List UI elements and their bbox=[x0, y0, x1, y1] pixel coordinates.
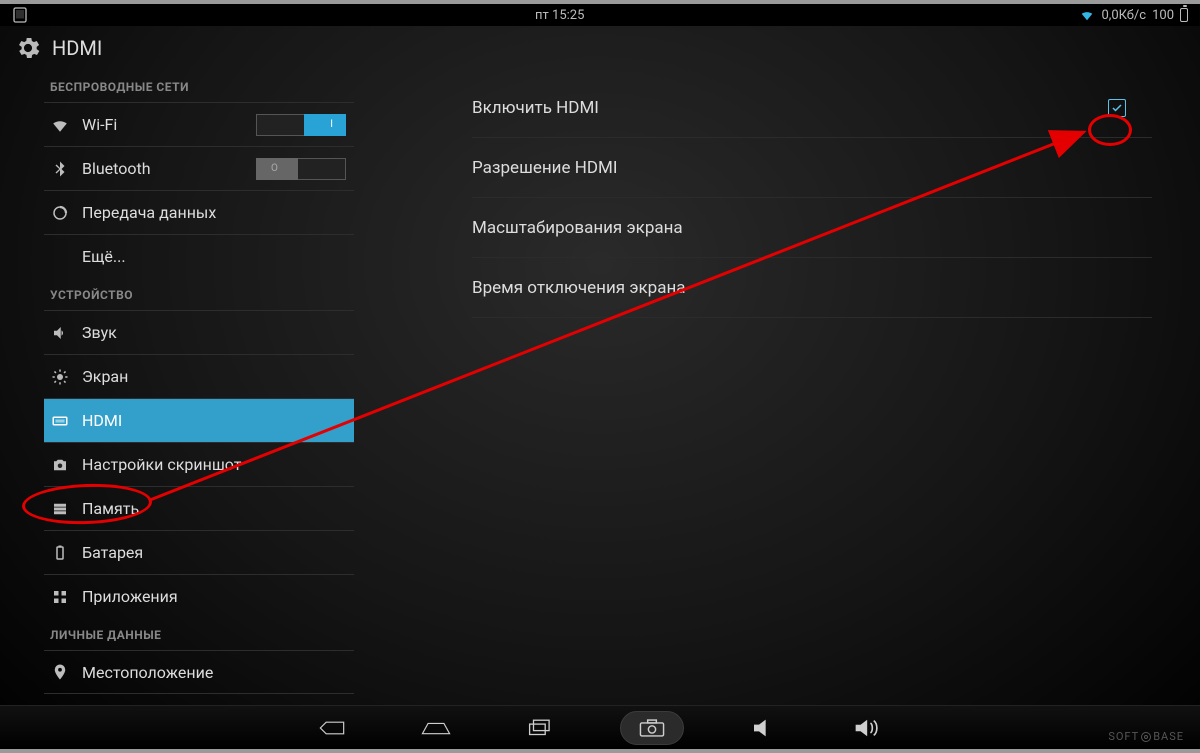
battery-icon bbox=[50, 543, 70, 563]
sidebar-item-screenshot[interactable]: Настройки скриншот bbox=[44, 442, 354, 486]
status-net-speed: 0,0Кб/с bbox=[1101, 8, 1146, 23]
status-bar: пт 15:25 0,0Кб/с 100 bbox=[0, 4, 1200, 26]
action-bar: HDMI bbox=[0, 26, 1200, 70]
battery-icon bbox=[1180, 8, 1188, 22]
sidebar-item-label: HDMI bbox=[82, 411, 122, 430]
tablet-icon bbox=[13, 7, 27, 23]
wifi-icon bbox=[1079, 8, 1095, 22]
sidebar-item-data-usage[interactable]: Передача данных bbox=[44, 190, 354, 234]
sidebar-item-label: Bluetooth bbox=[82, 159, 151, 178]
screen: пт 15:25 0,0Кб/с 100 HDMI БЕСПРОВОДНЫЕ С… bbox=[0, 0, 1200, 753]
sidebar-item-label: Wi-Fi bbox=[82, 115, 117, 134]
bluetooth-toggle[interactable]: O bbox=[256, 158, 346, 180]
location-icon bbox=[50, 662, 70, 682]
row-label: Масштабирования экрана bbox=[472, 218, 1152, 238]
nav-back-button[interactable] bbox=[308, 712, 356, 744]
row-screen-scale[interactable]: Масштабирования экрана bbox=[472, 198, 1152, 258]
section-header-device: УСТРОЙСТВО bbox=[44, 278, 354, 310]
check-icon bbox=[1111, 102, 1123, 114]
navigation-bar bbox=[0, 705, 1200, 749]
sidebar-item-display[interactable]: Экран bbox=[44, 354, 354, 398]
nav-recent-button[interactable] bbox=[516, 712, 564, 744]
nav-volume-up-button[interactable] bbox=[844, 712, 892, 744]
wifi-toggle[interactable]: I bbox=[256, 114, 346, 136]
sidebar-item-more[interactable]: Ещё... bbox=[44, 234, 354, 278]
sidebar-item-bluetooth[interactable]: Bluetooth O bbox=[44, 146, 354, 190]
sidebar-item-label: Местоположение bbox=[82, 663, 213, 682]
sidebar-item-wifi[interactable]: Wi-Fi I bbox=[44, 102, 354, 146]
page-title: HDMI bbox=[52, 36, 102, 60]
nav-volume-down-button[interactable] bbox=[740, 712, 788, 744]
status-battery-pct: 100 bbox=[1152, 8, 1174, 23]
sidebar-item-location[interactable]: Местоположение bbox=[44, 650, 354, 694]
status-time: пт 15:25 bbox=[40, 8, 1079, 23]
sidebar-item-label: Ещё... bbox=[82, 247, 126, 266]
camera-icon bbox=[50, 455, 70, 475]
sidebar-item-storage[interactable]: Память bbox=[44, 486, 354, 530]
nav-home-button[interactable] bbox=[412, 712, 460, 744]
sidebar-item-label: Настройки скриншот bbox=[82, 455, 241, 474]
brightness-icon bbox=[50, 367, 70, 387]
hdmi-icon bbox=[50, 411, 70, 431]
section-header-wireless: БЕСПРОВОДНЫЕ СЕТИ bbox=[44, 70, 354, 102]
row-hdmi-resolution[interactable]: Разрешение HDMI bbox=[472, 138, 1152, 198]
bluetooth-icon bbox=[50, 159, 70, 179]
data-usage-icon bbox=[50, 203, 70, 223]
storage-icon bbox=[50, 499, 70, 519]
watermark: SOFTBASE bbox=[1108, 730, 1184, 743]
sound-icon bbox=[50, 323, 70, 343]
body: БЕСПРОВОДНЫЕ СЕТИ Wi-Fi I Bluetooth O Пе… bbox=[0, 70, 1200, 705]
sidebar-item-battery[interactable]: Батарея bbox=[44, 530, 354, 574]
sidebar: БЕСПРОВОДНЫЕ СЕТИ Wi-Fi I Bluetooth O Пе… bbox=[0, 70, 354, 705]
sidebar-item-apps[interactable]: Приложения bbox=[44, 574, 354, 618]
sidebar-item-label: Экран bbox=[82, 367, 128, 386]
apps-icon bbox=[50, 587, 70, 607]
row-label: Разрешение HDMI bbox=[472, 158, 1152, 178]
wifi-icon bbox=[50, 115, 70, 135]
nav-screenshot-button[interactable] bbox=[620, 711, 684, 745]
sidebar-item-label: Батарея bbox=[82, 543, 143, 562]
sidebar-item-label: Память bbox=[82, 499, 139, 518]
section-header-personal: ЛИЧНЫЕ ДАННЫЕ bbox=[44, 618, 354, 650]
sidebar-item-label: Приложения bbox=[82, 587, 178, 606]
content-pane: Включить HDMI Разрешение HDMI Масштабиро… bbox=[354, 70, 1200, 705]
sidebar-item-label: Звук bbox=[82, 323, 117, 342]
sidebar-item-hdmi[interactable]: HDMI bbox=[44, 398, 354, 442]
sidebar-item-sound[interactable]: Звук bbox=[44, 310, 354, 354]
blank-icon bbox=[50, 247, 70, 267]
row-screen-off-time[interactable]: Время отключения экрана bbox=[472, 258, 1152, 318]
row-label: Время отключения экрана bbox=[472, 278, 1152, 298]
row-enable-hdmi[interactable]: Включить HDMI bbox=[472, 78, 1152, 138]
sidebar-item-label: Передача данных bbox=[82, 203, 216, 222]
row-label: Включить HDMI bbox=[472, 98, 1108, 118]
checkbox-enable-hdmi[interactable] bbox=[1108, 99, 1126, 117]
gear-icon bbox=[14, 34, 42, 62]
